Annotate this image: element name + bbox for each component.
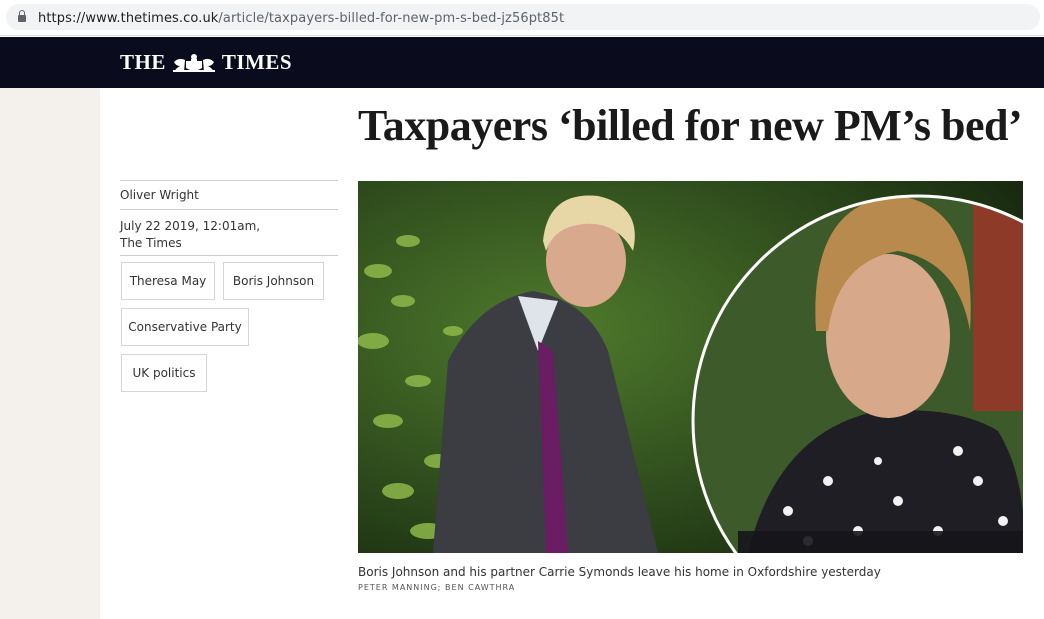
lead-photo-illustration [358, 181, 1023, 553]
tag-theresa-may[interactable]: Theresa May [121, 262, 215, 300]
left-margin-strip [0, 88, 100, 619]
lock-icon[interactable] [18, 10, 26, 22]
image-caption: Boris Johnson and his partner Carrie Sym… [358, 565, 881, 579]
url-host: https://www.thetimes.co.uk [38, 11, 219, 26]
article-author[interactable]: Oliver Wright [120, 188, 338, 202]
logo-word-times: TIMES [221, 49, 293, 74]
browser-address-bar: https://www.thetimes.co.uk/article/taxpa… [0, 0, 1044, 36]
site-logo[interactable]: THE TIMES [120, 49, 292, 75]
article-publication: The Times [120, 236, 182, 250]
url-field[interactable]: https://www.thetimes.co.uk/article/taxpa… [6, 4, 1040, 30]
url-text[interactable]: https://www.thetimes.co.uk/article/taxpa… [38, 11, 564, 26]
byline-divider-bottom [120, 255, 338, 256]
site-header: THE TIMES [0, 37, 1044, 88]
royal-crest-icon [172, 54, 215, 72]
logo-word-the: THE [120, 49, 166, 74]
article-lead-image [358, 181, 1023, 553]
article-headline: Taxpayers ‘billed for new PM’s bed’ [358, 101, 1023, 150]
tag-uk-politics[interactable]: UK politics [121, 354, 207, 392]
article-dateline: July 22 2019, 12:01am, The Times [120, 218, 338, 252]
article-date: July 22 2019, 12:01am, [120, 219, 261, 233]
url-path: /article/taxpayers-billed-for-new-pm-s-b… [218, 11, 565, 26]
tag-boris-johnson[interactable]: Boris Johnson [223, 262, 324, 300]
byline-divider-top [120, 180, 338, 181]
image-credit: PETER MANNING; BEN CAWTHRA [358, 583, 516, 592]
tag-conservative-party[interactable]: Conservative Party [121, 308, 249, 346]
byline-divider-mid [120, 209, 338, 210]
